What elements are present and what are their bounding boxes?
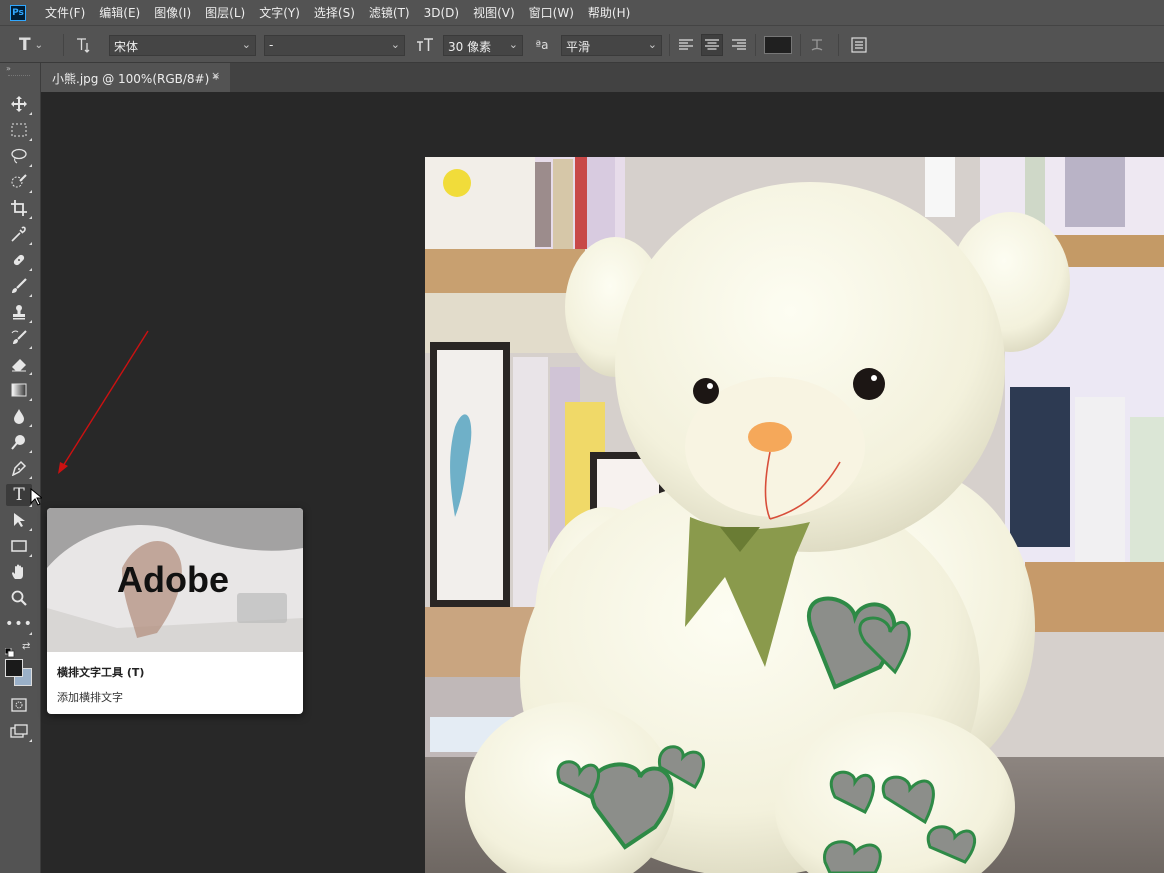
document-tab-title: 小熊.jpg @ 100%(RGB/8#) *	[52, 72, 220, 86]
quick-select-icon[interactable]	[9, 172, 32, 193]
align-left-button[interactable]	[675, 34, 697, 56]
path-select-icon[interactable]	[9, 510, 32, 531]
font-size-select[interactable]: 30 像素 ⌄	[443, 35, 523, 56]
warp-text-icon	[811, 39, 823, 51]
tooltip-description: 添加横排文字	[57, 691, 123, 704]
menu-layer[interactable]: 图层(L)	[198, 4, 252, 21]
swap-colors-icon[interactable]: ⇄	[22, 641, 30, 652]
align-center-icon	[705, 39, 719, 50]
anti-alias-select[interactable]: 平滑 ⌄	[561, 35, 662, 56]
anti-alias-value: 平滑	[566, 40, 591, 54]
chevron-down-icon: ⌄	[508, 38, 518, 51]
character-panel-icon	[851, 37, 867, 53]
menu-image[interactable]: 图像(I)	[147, 4, 198, 21]
font-family-value: 宋体	[114, 40, 139, 54]
font-family-select[interactable]: 宋体 ⌄	[109, 35, 256, 56]
document-tab[interactable]: 小熊.jpg @ 100%(RGB/8#) * ×	[41, 63, 230, 92]
menu-filter[interactable]: 滤镜(T)	[362, 4, 417, 21]
chevron-down-icon: ⌄	[390, 38, 400, 51]
menu-view[interactable]: 视图(V)	[466, 4, 522, 21]
text-orientation-icon	[77, 38, 90, 53]
chevron-down-icon: ⌄	[241, 38, 251, 51]
menu-bar: Ps 文件(F) 编辑(E) 图像(I) 图层(L) 文字(Y) 选择(S) 滤…	[0, 0, 1164, 25]
blur-icon[interactable]	[9, 406, 32, 427]
font-style-select[interactable]: - ⌄	[264, 35, 405, 56]
marquee-icon[interactable]	[9, 120, 32, 141]
eyedropper-icon[interactable]	[9, 224, 32, 245]
tools-panel: » T ••• ⇄	[0, 63, 41, 873]
zoom-icon[interactable]	[9, 588, 29, 608]
align-right-button[interactable]	[728, 34, 750, 56]
menu-3d[interactable]: 3D(D)	[417, 6, 466, 20]
tooltip-brand-text: Adobe	[117, 559, 229, 600]
teddy-bear-photo	[425, 157, 1164, 873]
type-tool-icon: T	[19, 35, 31, 55]
hand-icon[interactable]	[9, 562, 29, 582]
font-size-icon	[414, 34, 436, 56]
mouse-cursor-icon	[30, 488, 42, 506]
tooltip-preview-image: Adobe	[47, 508, 303, 652]
brush-icon[interactable]	[9, 276, 32, 297]
panel-grip[interactable]	[8, 75, 30, 78]
pen-icon[interactable]	[9, 458, 32, 479]
crop-icon[interactable]	[9, 198, 32, 219]
chevron-down-icon: ⌄	[34, 39, 43, 51]
more-tools-icon[interactable]: •••	[5, 614, 32, 635]
menu-help[interactable]: 帮助(H)	[581, 4, 637, 21]
tool-tooltip: Adobe 横排文字工具 (T) 添加横排文字	[47, 508, 303, 714]
clone-stamp-icon[interactable]	[9, 302, 32, 323]
document-image[interactable]	[425, 157, 1164, 873]
menu-edit[interactable]: 编辑(E)	[92, 4, 147, 21]
history-brush-icon[interactable]	[9, 328, 32, 349]
toggle-text-orientation-button[interactable]	[72, 34, 94, 56]
foreground-color-swatch[interactable]	[5, 659, 23, 677]
gradient-icon[interactable]	[9, 380, 32, 401]
menu-select[interactable]: 选择(S)	[307, 4, 362, 21]
menu-type[interactable]: 文字(Y)	[252, 4, 307, 21]
document-tab-strip: 小熊.jpg @ 100%(RGB/8#) * ×	[41, 63, 1164, 92]
character-panel-button[interactable]	[848, 34, 870, 56]
options-bar: T ⌄ 宋体 ⌄ - ⌄ 30 像素 ⌄ ªa 平滑 ⌄	[0, 25, 1164, 63]
eraser-icon[interactable]	[9, 354, 32, 375]
quick-mask-icon[interactable]	[9, 695, 29, 715]
font-style-value: -	[269, 38, 274, 52]
collapse-panel-icon[interactable]: »	[6, 64, 11, 73]
photoshop-logo: Ps	[10, 4, 26, 21]
align-left-icon	[679, 39, 693, 50]
chevron-down-icon: ⌄	[647, 38, 657, 51]
dodge-icon[interactable]	[9, 432, 32, 453]
tooltip-title: 横排文字工具 (T)	[57, 666, 145, 679]
align-center-button[interactable]	[701, 34, 723, 56]
screen-mode-icon[interactable]	[9, 721, 32, 742]
healing-brush-icon[interactable]	[9, 250, 32, 271]
warp-text-button[interactable]	[806, 34, 828, 56]
default-colors-icon[interactable]	[4, 643, 15, 658]
anti-alias-icon: ªa	[535, 38, 549, 52]
menu-file[interactable]: 文件(F)	[38, 4, 92, 21]
menu-window[interactable]: 窗口(W)	[522, 4, 581, 21]
text-color-swatch[interactable]	[764, 36, 792, 54]
rectangle-icon[interactable]	[9, 536, 32, 557]
lasso-icon[interactable]	[9, 146, 32, 167]
font-size-value: 30 像素	[448, 40, 492, 54]
align-right-icon	[732, 39, 746, 50]
type-icon[interactable]: T	[6, 484, 32, 507]
type-tool-preset-button[interactable]: T ⌄	[19, 34, 43, 56]
close-icon[interactable]: ×	[211, 69, 220, 82]
move-icon[interactable]	[9, 94, 32, 115]
